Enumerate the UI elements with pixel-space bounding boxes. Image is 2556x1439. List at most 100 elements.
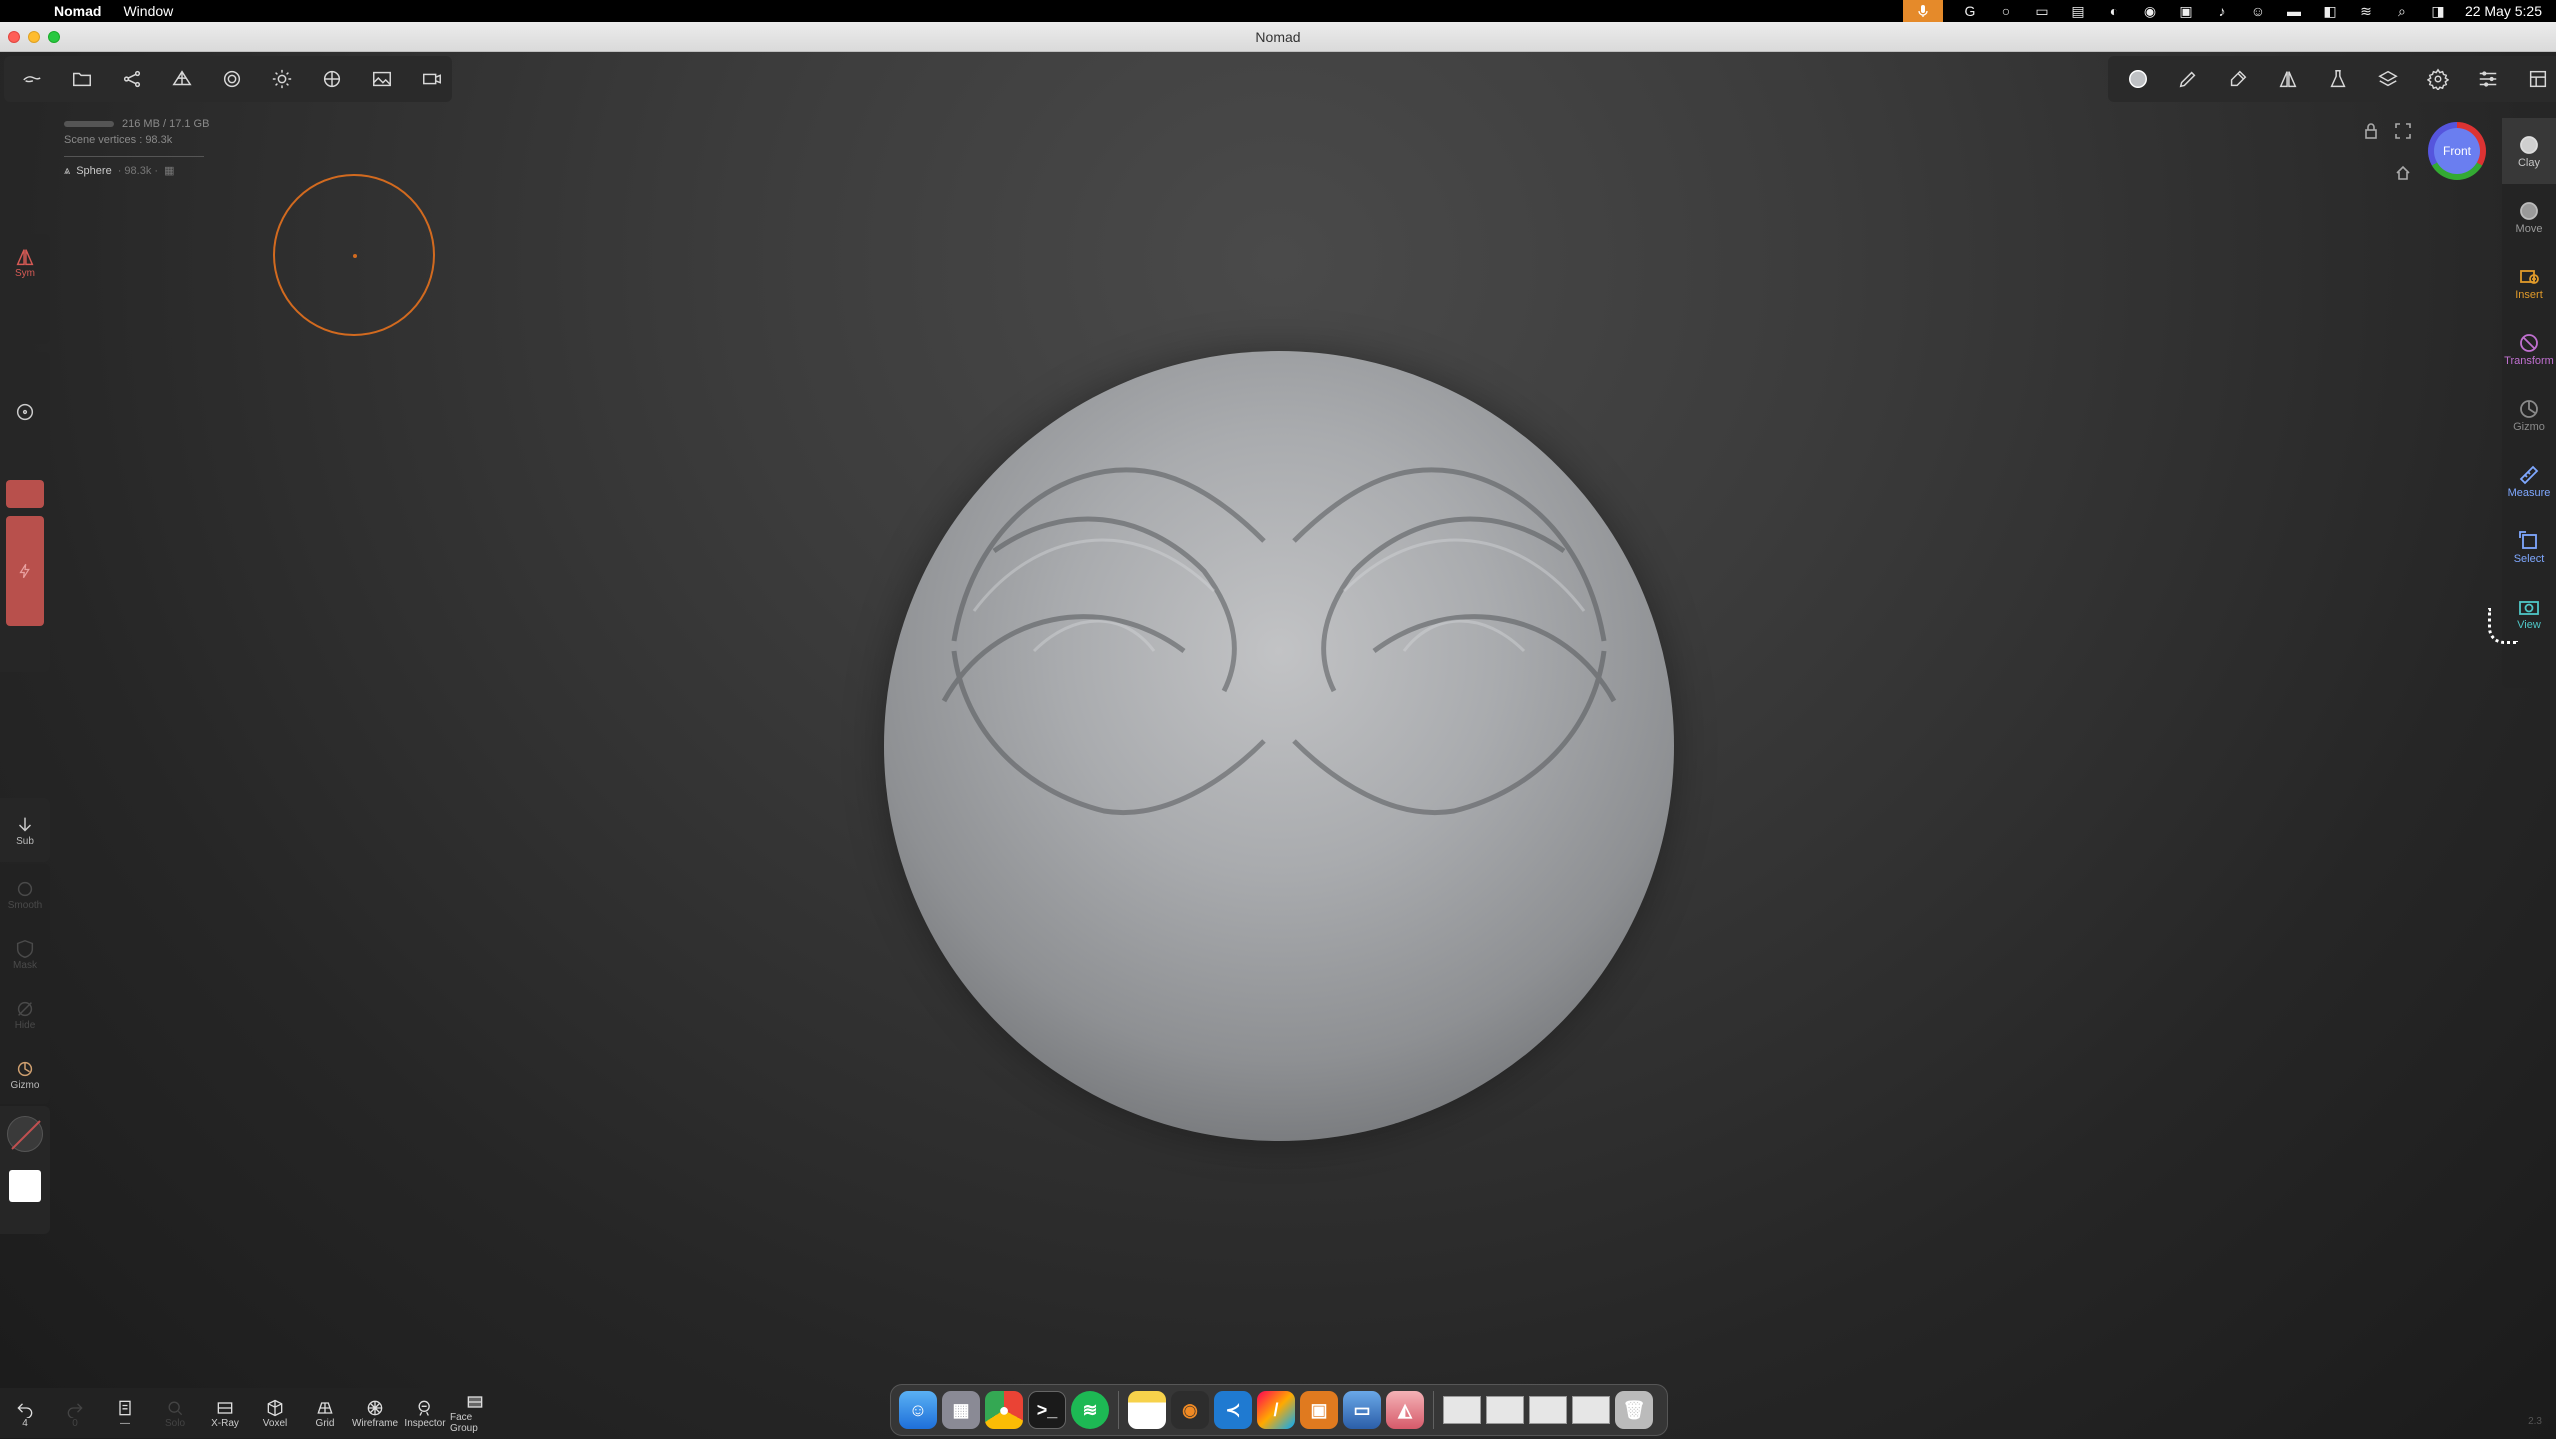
dock-preview-icon[interactable]: ▣ <box>1300 1391 1338 1429</box>
folder-icon[interactable] <box>64 61 100 97</box>
light-icon[interactable] <box>264 61 300 97</box>
xray-button[interactable]: X-Ray <box>200 1388 250 1438</box>
interface-icon[interactable] <box>2520 61 2556 97</box>
active-object[interactable]: ⩓ Sphere · 98.3k · ▦ <box>64 163 209 179</box>
tool-clay[interactable]: Clay <box>2502 118 2556 184</box>
battery-indicator-icon[interactable]: ▤ <box>2069 3 2087 19</box>
3d-viewport[interactable]: 216 MB / 17.1 GB Scene vertices : 98.3k … <box>0 52 2556 1439</box>
wireframe-button[interactable]: Wireframe <box>350 1388 400 1438</box>
grid-button[interactable]: Grid <box>300 1388 350 1438</box>
paint-icon[interactable] <box>2220 61 2256 97</box>
dock-notes-icon[interactable] <box>1128 1391 1166 1429</box>
dock-vscode-icon[interactable]: ≺ <box>1214 1391 1252 1429</box>
lock-icon[interactable] <box>2362 122 2380 140</box>
grammarly-icon[interactable]: G <box>1961 3 1979 19</box>
face-group-button[interactable]: Face Group <box>450 1388 500 1438</box>
fullscreen-icon[interactable] <box>2394 122 2412 140</box>
settings-icon[interactable] <box>2420 61 2456 97</box>
dock-nomad-icon[interactable]: / <box>1257 1391 1295 1429</box>
dock-finder-icon[interactable]: ☺ <box>899 1391 937 1429</box>
tool-move[interactable]: Move <box>2502 184 2556 250</box>
tool-transform[interactable]: Transform <box>2502 316 2556 382</box>
mask-label: Mask <box>13 959 37 971</box>
scene-graph-icon[interactable] <box>114 61 150 97</box>
voxel-button[interactable]: Voxel <box>250 1388 300 1438</box>
macos-dock: ☺ ▦ ● >_ ≋ ◉ ≺ / ▣ ▭ ◭ 🗑 <box>890 1384 1668 1436</box>
close-window-button[interactable] <box>8 31 20 43</box>
inspector-button[interactable]: Inspector <box>400 1388 450 1438</box>
control-icon[interactable]: ◨ <box>2429 3 2447 19</box>
hide-button[interactable]: Hide <box>0 984 50 1044</box>
intensity-value-swatch[interactable] <box>6 480 44 508</box>
menubar-clock[interactable]: 22 May 5:25 <box>2465 3 2542 19</box>
symmetry-toggle[interactable]: Sym <box>0 234 50 290</box>
smooth-button[interactable]: Smooth <box>0 864 50 924</box>
color-swatch[interactable] <box>9 1170 41 1202</box>
mic-icon[interactable] <box>1902 0 1943 22</box>
topology-icon[interactable] <box>164 61 200 97</box>
rail-collapse-handle[interactable] <box>2488 608 2518 644</box>
gizmo-button[interactable]: Gizmo <box>0 1044 50 1104</box>
render-icon[interactable] <box>314 61 350 97</box>
view-orientation-gizmo[interactable]: Front <box>2428 122 2486 180</box>
dock-document-4[interactable] <box>1572 1396 1610 1424</box>
window-title: Nomad <box>1255 28 1301 45</box>
maximize-window-button[interactable] <box>48 31 60 43</box>
menu-icon[interactable] <box>14 61 50 97</box>
dock-document-3[interactable] <box>1529 1396 1567 1424</box>
layers-icon[interactable] <box>2370 61 2406 97</box>
mask-button[interactable]: Mask <box>0 924 50 984</box>
search-icon[interactable]: ⌕ <box>2393 3 2411 19</box>
material-sphere-icon[interactable] <box>2120 61 2156 97</box>
user-icon[interactable]: ☺ <box>2249 3 2267 19</box>
volume-icon[interactable]: ◐ <box>2105 3 2123 19</box>
camera-icon[interactable] <box>414 61 450 97</box>
dock-document-1[interactable] <box>1443 1396 1481 1424</box>
brush-icon[interactable] <box>2170 61 2206 97</box>
tool-insert[interactable]: Insert <box>2502 250 2556 316</box>
control-center-icon[interactable]: ◧ <box>2321 3 2339 19</box>
background-icon[interactable] <box>364 61 400 97</box>
dock-launchpad-icon[interactable]: ▦ <box>942 1391 980 1429</box>
right-tool-rail: Clay Move Insert Transform Gizmo Measure… <box>2502 118 2556 688</box>
flask-icon[interactable] <box>2320 61 2356 97</box>
info-divider <box>64 156 204 157</box>
home-icon[interactable] <box>2394 164 2412 182</box>
tool-gizmo[interactable]: Gizmo <box>2502 382 2556 448</box>
sliders-icon[interactable] <box>2470 61 2506 97</box>
sculpt-sphere-mesh[interactable] <box>884 351 1674 1141</box>
material-icon[interactable] <box>214 61 250 97</box>
radius-slider[interactable] <box>0 352 50 472</box>
history-button[interactable]: — <box>100 1388 150 1438</box>
focus-icon[interactable]: ◉ <box>2141 3 2159 19</box>
subtract-toggle[interactable]: Sub <box>0 798 50 862</box>
redo-button[interactable]: 0 <box>50 1388 100 1438</box>
screen-icon[interactable]: ▣ <box>2177 3 2195 19</box>
symmetry-label: Sym <box>15 267 35 279</box>
dock-nomad-sculpt-icon[interactable]: ◭ <box>1386 1391 1424 1429</box>
dock-terminal-icon[interactable]: >_ <box>1028 1391 1066 1429</box>
left-rail-modifiers: Smooth Mask Hide Gizmo <box>0 864 50 1104</box>
dock-blender-icon[interactable]: ◉ <box>1171 1391 1209 1429</box>
tool-measure[interactable]: Measure <box>2502 448 2556 514</box>
intensity-slider[interactable] <box>6 516 44 626</box>
hide-label: Hide <box>14 1019 36 1031</box>
sound-icon[interactable]: ♪ <box>2213 3 2231 19</box>
minimize-window-button[interactable] <box>28 31 40 43</box>
tool-select[interactable]: Select <box>2502 514 2556 580</box>
wifi-icon[interactable]: ≋ <box>2357 3 2375 19</box>
symmetry-icon[interactable] <box>2270 61 2306 97</box>
material-preview-icon[interactable] <box>7 1116 43 1152</box>
display-icon[interactable]: ▭ <box>2033 3 2051 19</box>
undo-button[interactable]: 4 <box>0 1388 50 1438</box>
dock-photos-icon[interactable]: ▭ <box>1343 1391 1381 1429</box>
app-menu[interactable]: Nomad <box>54 3 101 19</box>
battery-icon[interactable]: ▬ <box>2285 3 2303 19</box>
dock-trash-icon[interactable]: 🗑 <box>1615 1391 1653 1429</box>
dock-document-2[interactable] <box>1486 1396 1524 1424</box>
dock-spotify-icon[interactable]: ≋ <box>1071 1391 1109 1429</box>
dock-chrome-icon[interactable]: ● <box>985 1391 1023 1429</box>
circle-icon[interactable]: ○ <box>1997 3 2015 19</box>
window-menu[interactable]: Window <box>123 3 173 19</box>
solo-button[interactable]: Solo <box>150 1388 200 1438</box>
